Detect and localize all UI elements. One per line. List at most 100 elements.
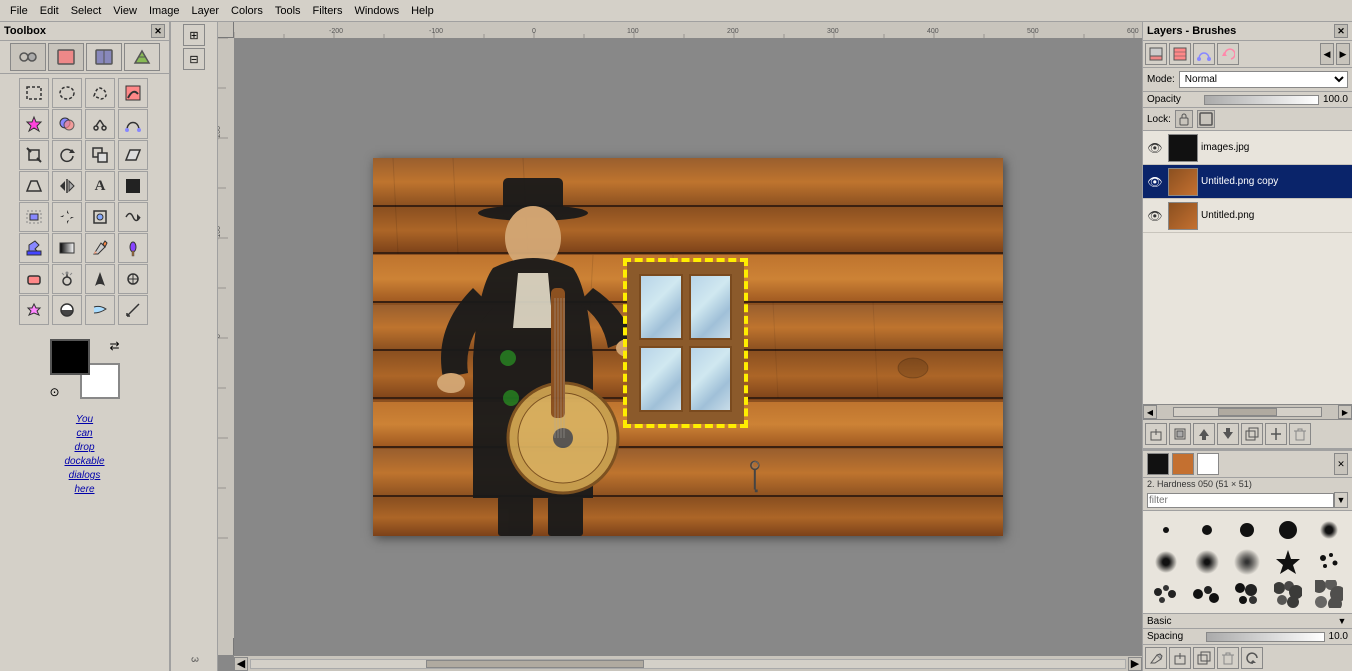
layers-icon-undo[interactable] xyxy=(1217,43,1239,65)
tool-options-icon3[interactable] xyxy=(86,43,122,71)
layers-hscroll-track[interactable] xyxy=(1173,407,1322,417)
brush-2[interactable] xyxy=(1188,515,1227,545)
brush-dup-btn[interactable] xyxy=(1193,647,1215,669)
layer-down-btn[interactable] xyxy=(1217,423,1239,445)
panel-arrow-left[interactable]: ◀ xyxy=(1320,43,1334,65)
brush-scatter4[interactable] xyxy=(1228,579,1267,609)
align-tool[interactable] xyxy=(19,202,49,232)
brush-5[interactable] xyxy=(1309,515,1348,545)
scroll-right-btn[interactable]: ▶ xyxy=(1128,657,1142,671)
pencil-draw-tool[interactable] xyxy=(85,233,115,263)
mode-select[interactable]: Normal Multiply Screen Overlay xyxy=(1179,71,1348,88)
layer-item-untitled[interactable]: 👁 Untitled.png xyxy=(1143,199,1352,233)
swap-colors-button[interactable]: ⇄ xyxy=(109,339,119,353)
h-scroll-track[interactable] xyxy=(250,659,1126,669)
reset-colors-button[interactable]: ⊙ xyxy=(50,385,60,399)
tool-options-icon4[interactable] xyxy=(124,43,160,71)
layers-icon-paths[interactable] xyxy=(1193,43,1215,65)
brush-swatch-brown[interactable] xyxy=(1172,453,1194,475)
brush-7[interactable] xyxy=(1188,547,1227,577)
menu-select[interactable]: Select xyxy=(65,3,108,19)
brush-refresh-btn[interactable] xyxy=(1241,647,1263,669)
brush-new-btn[interactable] xyxy=(1169,647,1191,669)
dockable-btn-2[interactable]: ⊟ xyxy=(183,48,205,70)
warp-tool[interactable] xyxy=(118,202,148,232)
rect-select-tool[interactable] xyxy=(19,78,49,108)
layers-close-button[interactable]: ✕ xyxy=(1334,24,1348,38)
menu-layer[interactable]: Layer xyxy=(186,3,226,19)
brush-4[interactable] xyxy=(1269,515,1308,545)
brush-3[interactable] xyxy=(1228,515,1267,545)
layers-hscroll-thumb[interactable] xyxy=(1218,408,1277,416)
brush-del-btn[interactable] xyxy=(1217,647,1239,669)
brush-1[interactable] xyxy=(1147,515,1186,545)
brush-scatter5[interactable] xyxy=(1269,579,1308,609)
opacity-slider[interactable] xyxy=(1204,95,1319,105)
brush-scatter2[interactable] xyxy=(1147,579,1186,609)
clone-draw-tool[interactable] xyxy=(118,264,148,294)
brush-swatch-white[interactable] xyxy=(1197,453,1219,475)
smudge-draw-tool[interactable] xyxy=(85,295,115,325)
menu-file[interactable]: File xyxy=(4,3,34,19)
measure-draw-tool[interactable] xyxy=(118,295,148,325)
layer-item-untitled-copy[interactable]: 👁 Untitled.png copy xyxy=(1143,165,1352,199)
menu-view[interactable]: View xyxy=(107,3,143,19)
dockable-link[interactable]: dockable xyxy=(64,456,104,467)
transform-tool[interactable] xyxy=(85,202,115,232)
menu-colors[interactable]: Colors xyxy=(225,3,269,19)
brush-8[interactable] xyxy=(1228,547,1267,577)
by-color-select-tool[interactable] xyxy=(52,109,82,139)
ink-draw-tool[interactable] xyxy=(85,264,115,294)
menu-image[interactable]: Image xyxy=(143,3,186,19)
layer-visibility-eye-3[interactable]: 👁 xyxy=(1145,206,1165,226)
layer-item-images-jpg[interactable]: 👁 images.jpg xyxy=(1143,131,1352,165)
bucket-fill-tool[interactable] xyxy=(19,233,49,263)
duplicate-layer-btn[interactable] xyxy=(1241,423,1263,445)
scroll-left-btn[interactable]: ◀ xyxy=(234,657,248,671)
brush-scatter3[interactable] xyxy=(1188,579,1227,609)
panel-arrow-right[interactable]: ▶ xyxy=(1336,43,1350,65)
toolbox-close-button[interactable]: ✕ xyxy=(151,24,165,38)
anchor-layer-btn[interactable] xyxy=(1265,423,1287,445)
paintbrush-draw-tool[interactable] xyxy=(118,233,148,263)
menu-edit[interactable]: Edit xyxy=(34,3,65,19)
brush-edit-btn[interactable] xyxy=(1145,647,1167,669)
layer-visibility-eye-2[interactable]: 👁 xyxy=(1145,172,1165,192)
airbrush-draw-tool[interactable] xyxy=(52,264,82,294)
move-tool[interactable] xyxy=(52,202,82,232)
ellipse-select-tool[interactable] xyxy=(52,78,82,108)
lock-position-btn[interactable] xyxy=(1197,110,1215,128)
canvas-viewport[interactable] xyxy=(234,38,1142,655)
delete-layer-btn[interactable] xyxy=(1289,423,1311,445)
dockable-btn-1[interactable]: ⊞ xyxy=(183,24,205,46)
brush-filter-input[interactable] xyxy=(1147,493,1334,508)
layers-scroll-left[interactable]: ◀ xyxy=(1143,405,1157,419)
dodge-draw-tool[interactable] xyxy=(52,295,82,325)
brush-6[interactable] xyxy=(1147,547,1186,577)
eraser-draw-tool[interactable] xyxy=(19,264,49,294)
menu-windows[interactable]: Windows xyxy=(348,3,405,19)
heal-draw-tool[interactable] xyxy=(19,295,49,325)
layers-icon-channels[interactable] xyxy=(1169,43,1191,65)
horizontal-scrollbar[interactable]: ◀ ▶ xyxy=(234,655,1142,671)
foreground-select-tool[interactable] xyxy=(118,78,148,108)
layers-icon-layers[interactable] xyxy=(1145,43,1167,65)
brush-scatter1[interactable] xyxy=(1309,547,1348,577)
menu-help[interactable]: Help xyxy=(405,3,440,19)
fuzzy-select-tool[interactable] xyxy=(19,109,49,139)
brush-panel-close[interactable]: ✕ xyxy=(1334,453,1348,475)
menu-tools[interactable]: Tools xyxy=(269,3,307,19)
tool-options-icon2[interactable] xyxy=(48,43,84,71)
menu-filters[interactable]: Filters xyxy=(307,3,349,19)
crop-tool[interactable] xyxy=(19,140,49,170)
lock-pixels-btn[interactable] xyxy=(1175,110,1193,128)
path-tool[interactable] xyxy=(118,109,148,139)
new-from-visible-btn[interactable] xyxy=(1169,423,1191,445)
layer-up-btn[interactable] xyxy=(1193,423,1215,445)
text-tool[interactable]: A xyxy=(85,171,115,201)
brush-scatter6[interactable] xyxy=(1309,579,1348,609)
tool-options-icon1[interactable] xyxy=(10,43,46,71)
layers-scroll-right[interactable]: ▶ xyxy=(1338,405,1352,419)
shear-tool[interactable] xyxy=(118,140,148,170)
new-layer-btn[interactable] xyxy=(1145,423,1167,445)
